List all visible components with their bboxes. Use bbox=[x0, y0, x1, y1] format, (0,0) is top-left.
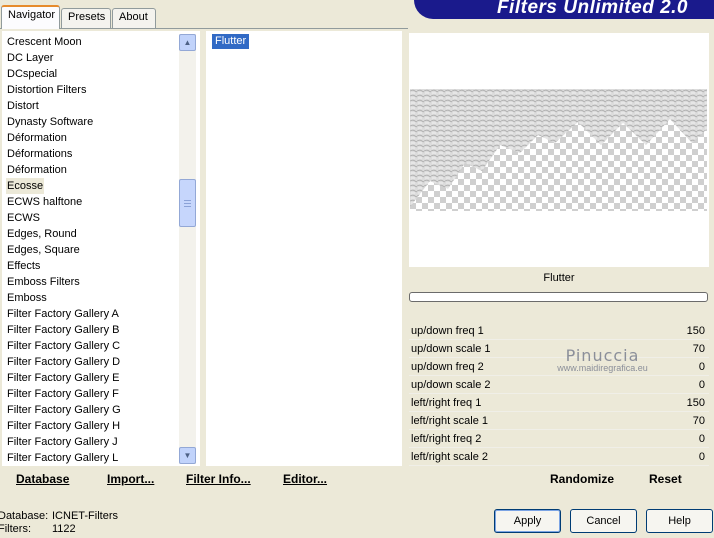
filter-panel bbox=[206, 31, 402, 466]
category-item[interactable]: ECWS bbox=[6, 210, 176, 226]
tab-presets[interactable]: Presets bbox=[61, 8, 111, 28]
database-label: Database: bbox=[0, 510, 49, 522]
category-item[interactable]: Effects bbox=[6, 258, 176, 274]
category-scrollbar[interactable]: ▲ ▼ bbox=[179, 34, 196, 464]
category-item[interactable]: Crescent Moon bbox=[6, 34, 176, 50]
category-item[interactable]: Filter Factory Gallery A bbox=[6, 306, 176, 322]
parameter-label: up/down scale 2 bbox=[411, 379, 491, 391]
parameter-label: left/right scale 2 bbox=[411, 451, 489, 463]
category-item[interactable]: Filter Factory Gallery E bbox=[6, 370, 176, 386]
category-item[interactable]: Déformations bbox=[6, 146, 176, 162]
category-item[interactable]: Filter Factory Gallery F bbox=[6, 386, 176, 402]
parameter-row[interactable]: left/right freq 2 0 bbox=[409, 430, 709, 448]
parameter-value: 0 bbox=[698, 361, 705, 373]
parameter-label: left/right freq 2 bbox=[411, 433, 482, 445]
parameter-value: 0 bbox=[698, 451, 705, 463]
filters-label: Filters: bbox=[0, 523, 31, 535]
preview-texture bbox=[410, 89, 707, 207]
category-item[interactable]: ECWS halftone bbox=[6, 194, 176, 210]
filter-info-button[interactable]: Filter Info... bbox=[186, 472, 251, 486]
category-item[interactable]: Filter Factory Gallery H bbox=[6, 418, 176, 434]
editor-button[interactable]: Editor... bbox=[283, 472, 327, 486]
scroll-thumb[interactable] bbox=[179, 179, 196, 227]
watermark-url: www.maidiregrafica.eu bbox=[557, 363, 648, 373]
category-item[interactable]: Filter Factory Gallery J bbox=[6, 434, 176, 450]
app-title: Filters Unlimited 2.0 bbox=[496, 0, 688, 18]
database-value: ICNET-Filters bbox=[52, 510, 118, 522]
parameter-label: up/down scale 1 bbox=[411, 343, 491, 355]
category-item[interactable]: Déformation bbox=[6, 130, 176, 146]
help-button[interactable]: Help bbox=[646, 509, 713, 533]
scroll-down-button[interactable]: ▼ bbox=[179, 447, 196, 464]
preview-image bbox=[410, 89, 707, 211]
import-button[interactable]: Import... bbox=[107, 472, 154, 486]
parameter-label: left/right scale 1 bbox=[411, 415, 489, 427]
category-list: Crescent Moon DC Layer DCspecial Distortion… bbox=[6, 34, 176, 466]
parameter-value: 70 bbox=[692, 415, 705, 427]
category-item[interactable]: Dynasty Software bbox=[6, 114, 176, 130]
tab-underline bbox=[0, 28, 408, 29]
category-item[interactable]: Emboss Filters bbox=[6, 274, 176, 290]
parameter-value: 150 bbox=[686, 325, 705, 337]
category-item[interactable]: Ecosse bbox=[6, 178, 44, 194]
category-item[interactable]: Emboss bbox=[6, 290, 176, 306]
filter-item-flutter[interactable]: Flutter bbox=[212, 34, 250, 49]
scroll-up-button[interactable]: ▲ bbox=[179, 34, 196, 51]
category-item[interactable]: DC Layer bbox=[6, 50, 176, 66]
parameter-value: 150 bbox=[686, 397, 705, 409]
category-item[interactable]: Edges, Square bbox=[6, 242, 176, 258]
category-item[interactable]: Filter Factory Gallery G bbox=[6, 402, 176, 418]
parameter-value: 70 bbox=[692, 343, 705, 355]
parameter-row[interactable]: left/right scale 1 70 bbox=[409, 412, 709, 430]
title-banner: Filters Unlimited 2.0 bbox=[414, 0, 714, 19]
filter-title: Flutter bbox=[543, 272, 575, 284]
cancel-button[interactable]: Cancel bbox=[570, 509, 637, 533]
parameter-row[interactable]: up/down freq 1 150 bbox=[409, 322, 709, 340]
category-item[interactable]: Distort bbox=[6, 98, 176, 114]
progress-bar bbox=[409, 292, 708, 302]
category-item[interactable]: Distortion Filters bbox=[6, 82, 176, 98]
parameter-label: up/down freq 2 bbox=[411, 361, 484, 373]
parameter-list: up/down freq 1 150 up/down scale 1 70 up/dow… bbox=[409, 322, 709, 466]
parameter-value: 0 bbox=[698, 433, 705, 445]
randomize-button[interactable]: Randomize bbox=[550, 472, 614, 486]
category-item[interactable]: Filter Factory Gallery L bbox=[6, 450, 176, 466]
database-button[interactable]: Database bbox=[16, 472, 69, 486]
watermark: Pinuccia www.maidiregrafica.eu bbox=[540, 346, 665, 373]
parameter-row[interactable]: left/right scale 2 0 bbox=[409, 448, 709, 466]
category-item[interactable]: Filter Factory Gallery B bbox=[6, 322, 176, 338]
parameter-value: 0 bbox=[698, 379, 705, 391]
tab-navigator[interactable]: Navigator bbox=[1, 5, 60, 29]
category-item[interactable]: Filter Factory Gallery C bbox=[6, 338, 176, 354]
category-item[interactable]: Filter Factory Gallery D bbox=[6, 354, 176, 370]
category-item[interactable]: Déformation bbox=[6, 162, 176, 178]
parameter-row[interactable]: left/right freq 1 150 bbox=[409, 394, 709, 412]
parameter-label: up/down freq 1 bbox=[411, 325, 484, 337]
tab-about[interactable]: About bbox=[112, 8, 156, 28]
parameter-row[interactable]: up/down scale 2 0 bbox=[409, 376, 709, 394]
category-item[interactable]: Edges, Round bbox=[6, 226, 176, 242]
parameter-label: left/right freq 1 bbox=[411, 397, 482, 409]
reset-button[interactable]: Reset bbox=[649, 472, 682, 486]
category-item[interactable]: DCspecial bbox=[6, 66, 176, 82]
filters-count: 1122 bbox=[52, 523, 76, 535]
apply-button[interactable]: Apply bbox=[494, 509, 561, 533]
